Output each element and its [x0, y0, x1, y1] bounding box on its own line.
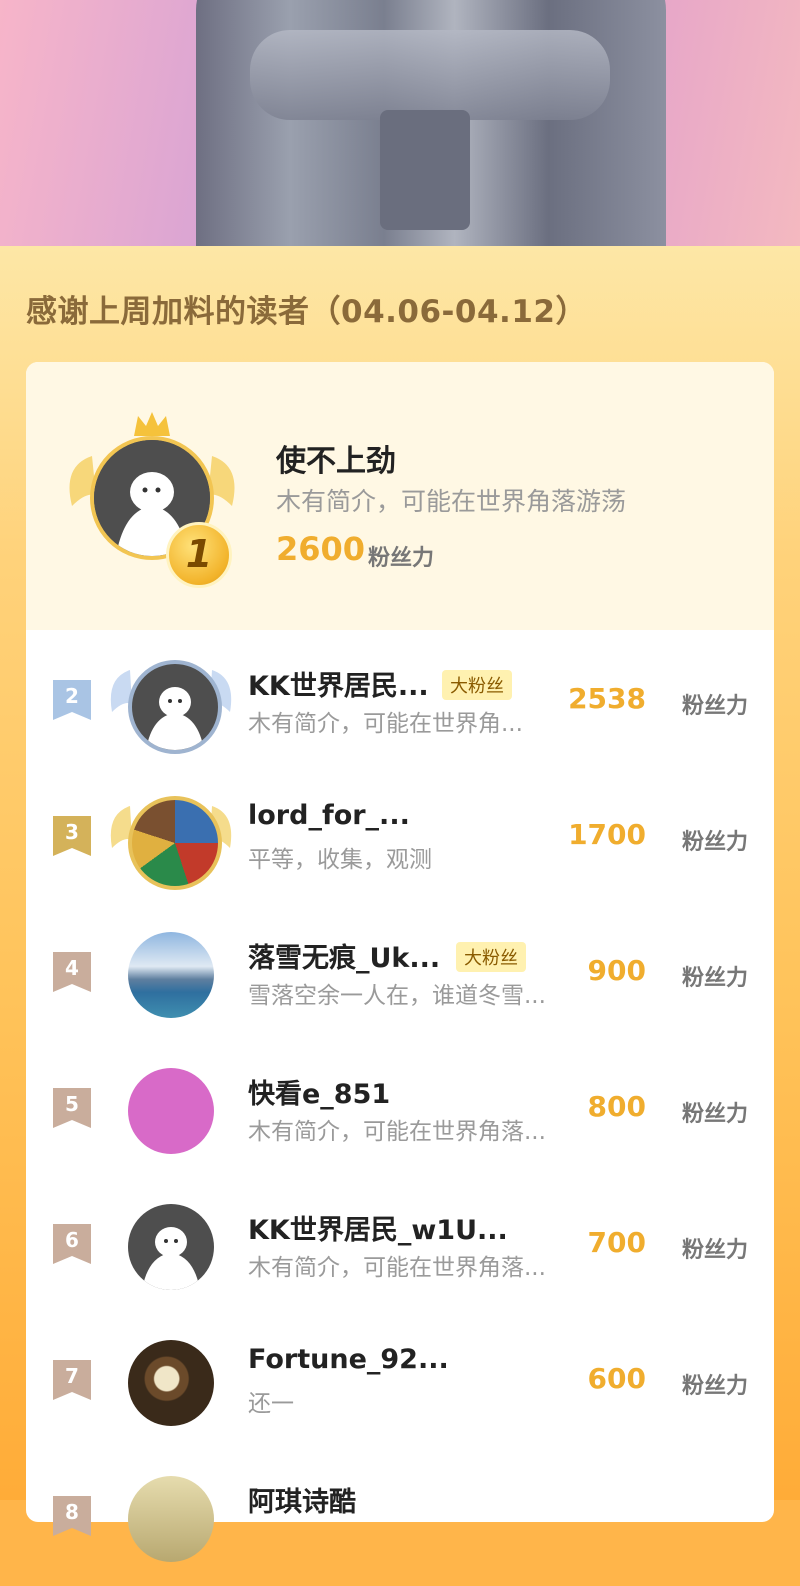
rank-badge: 3	[53, 816, 91, 856]
reader-intro: 木有简介，可能在世界角...	[248, 711, 523, 737]
reader-avatar	[128, 660, 222, 754]
big-fan-badge: 大粉丝	[456, 942, 526, 972]
rank-badge: 5	[53, 1088, 91, 1128]
rank-badge: 8	[53, 1496, 91, 1536]
reader-avatar-frame[interactable]	[106, 778, 236, 898]
rank-badge: 7	[53, 1360, 91, 1400]
reader-avatar	[128, 1476, 214, 1562]
reader-avatar-frame[interactable]	[106, 1186, 236, 1306]
reader-score: 800	[587, 1090, 646, 1123]
leaderboard-row-7[interactable]: 7 Fortune_92... 还一 600 粉丝力	[26, 1314, 774, 1450]
leaderboard-row-8[interactable]: 8 阿琪诗酷	[26, 1450, 774, 1586]
reader-intro: 还一	[248, 1391, 294, 1417]
reader-score-unit: 粉丝力	[682, 694, 749, 719]
champion-score: 2600	[276, 530, 366, 568]
default-avatar-icon	[142, 1227, 200, 1290]
character-arms	[250, 30, 610, 120]
reader-score-unit: 粉丝力	[682, 1102, 749, 1127]
reader-avatar	[128, 1340, 214, 1426]
reader-score-unit: 粉丝力	[682, 1374, 749, 1399]
leaderboard-row-4[interactable]: 4 落雪无痕_Uk... 大粉丝 雪落空余一人在，谁道冬雪... 900 粉丝力	[26, 906, 774, 1042]
reader-intro: 平等，收集，观测	[248, 847, 432, 873]
champion-score-unit: 粉丝力	[368, 546, 435, 571]
reader-name[interactable]: lord_for_...	[248, 800, 410, 831]
leaderboard-heading: 感谢上周加料的读者（04.06-04.12）	[26, 294, 587, 330]
reader-score: 900	[587, 954, 646, 987]
reader-score: 600	[587, 1362, 646, 1395]
reader-intro: 木有简介，可能在世界角落...	[248, 1119, 546, 1145]
reader-avatar-frame[interactable]	[106, 1458, 236, 1578]
big-fan-badge: 大粉丝	[442, 670, 512, 700]
reader-name[interactable]: Fortune_92...	[248, 1344, 449, 1375]
banner-artwork	[0, 0, 800, 246]
reader-intro: 雪落空余一人在，谁道冬雪...	[248, 983, 546, 1009]
reader-avatar-frame[interactable]	[106, 642, 236, 762]
reader-name[interactable]: 快看e_851	[248, 1072, 390, 1111]
leaderboard-row-2[interactable]: 2 KK世界居民... 大粉丝 木有简介，可能在世界角... 2538 粉丝力	[26, 634, 774, 770]
reader-avatar-frame[interactable]	[106, 914, 236, 1034]
character-belt	[380, 110, 470, 230]
rank-badge: 6	[53, 1224, 91, 1264]
reader-score-unit: 粉丝力	[682, 830, 749, 855]
reader-score-unit: 粉丝力	[682, 1238, 749, 1263]
reader-score-unit: 粉丝力	[682, 966, 749, 991]
rank-badge: 2	[53, 680, 91, 720]
reader-avatar-frame[interactable]	[106, 1050, 236, 1170]
champion-name[interactable]: 使不上劲	[276, 436, 396, 480]
default-avatar-icon	[146, 687, 204, 750]
reader-score: 700	[587, 1226, 646, 1259]
reader-name[interactable]: KK世界居民_w1U...	[248, 1208, 508, 1247]
reader-name[interactable]: KK世界居民...	[248, 664, 429, 703]
rank-1-medal: 1	[166, 522, 232, 588]
leaderboard-row-6[interactable]: 6 KK世界居民_w1U... 木有简介，可能在世界角落... 700 粉丝力	[26, 1178, 774, 1314]
reader-name[interactable]: 落雪无痕_Uk...	[248, 936, 440, 975]
reader-avatar	[128, 1204, 214, 1290]
reader-avatar	[128, 1068, 214, 1154]
reader-avatar	[128, 932, 214, 1018]
reader-intro: 木有简介，可能在世界角落...	[248, 1255, 546, 1281]
rank-badge: 4	[53, 952, 91, 992]
leaderboard-row-3[interactable]: 3 lord_for_... 平等，收集，观测 1700 粉丝力	[26, 770, 774, 906]
reader-avatar	[128, 796, 222, 890]
champion-intro: 木有简介，可能在世界角落游荡	[276, 487, 627, 516]
reader-avatar-frame[interactable]	[106, 1322, 236, 1442]
reader-score: 2538	[568, 682, 646, 715]
reader-score: 1700	[568, 818, 646, 851]
leaderboard-row-5[interactable]: 5 快看e_851 木有简介，可能在世界角落... 800 粉丝力	[26, 1042, 774, 1178]
